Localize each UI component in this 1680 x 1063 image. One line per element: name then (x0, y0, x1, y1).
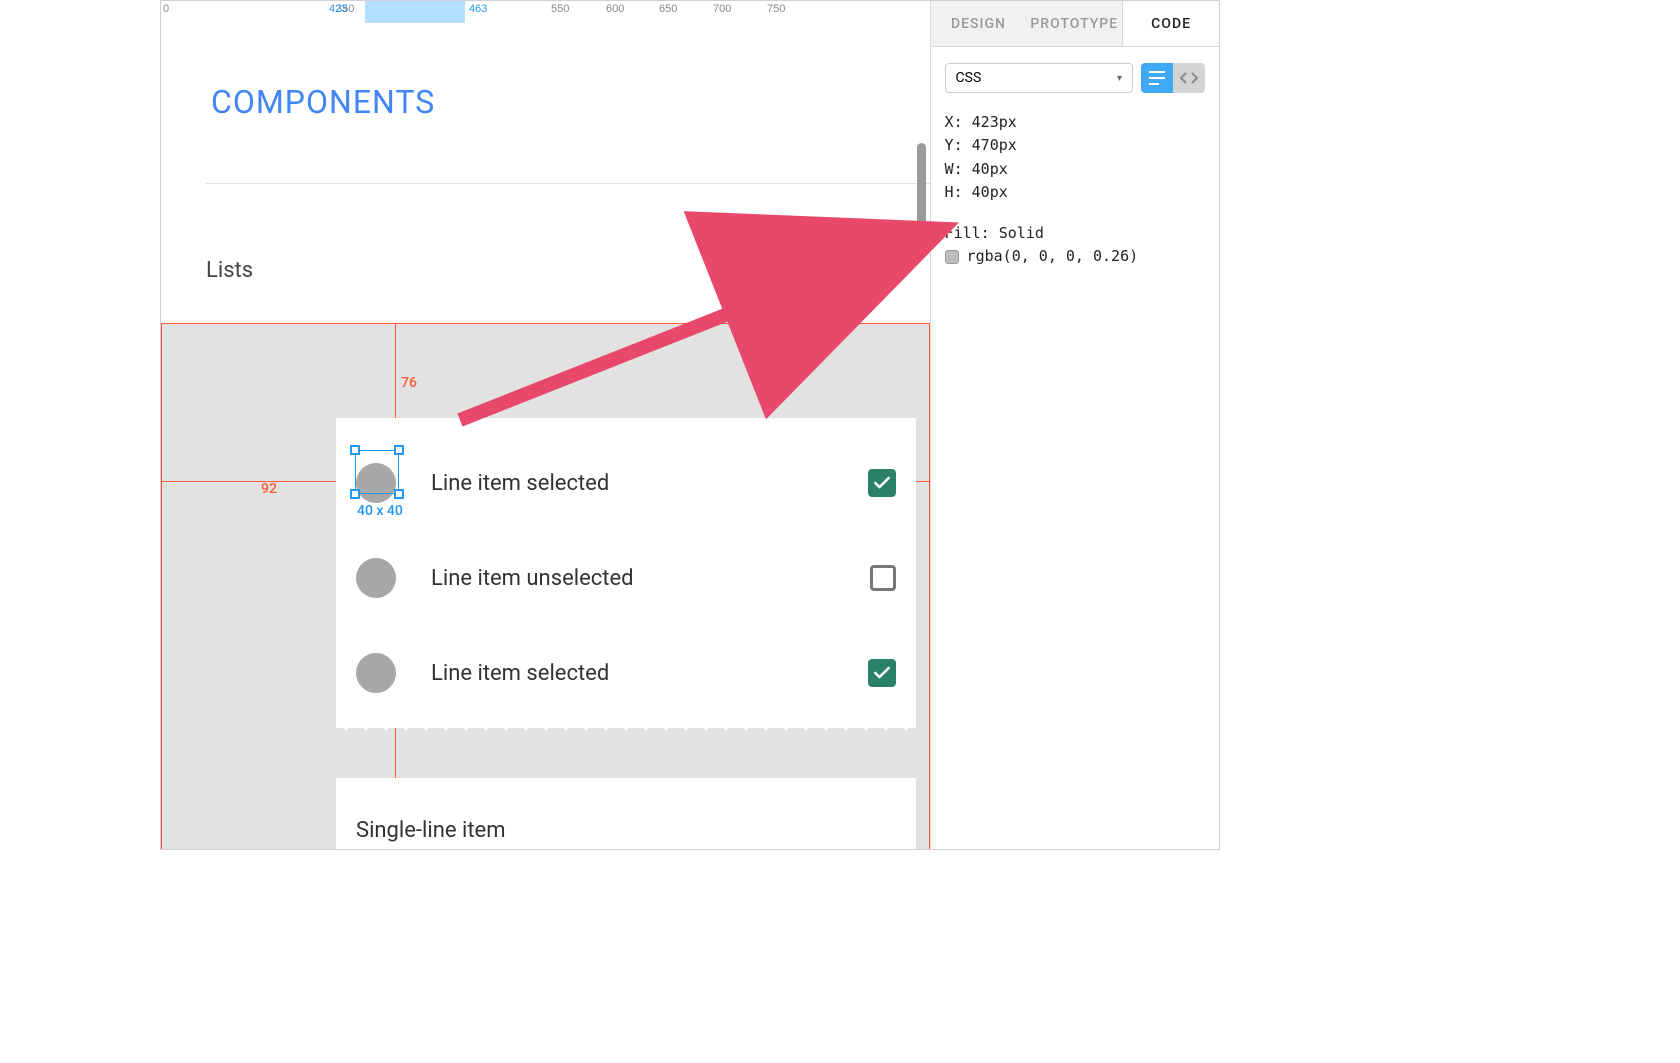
ruler-tick: 0 (163, 3, 169, 15)
ruler-selection-start: 423 (329, 3, 347, 15)
avatar-icon[interactable] (356, 653, 396, 693)
measurement-left: 92 (261, 481, 277, 497)
view-toggle-group (1141, 63, 1205, 93)
prop-w: W: 40px (945, 158, 1205, 181)
list-view-button[interactable] (1141, 63, 1173, 93)
list-card[interactable]: Single-line item (336, 778, 916, 849)
ruler-tick: 750 (767, 3, 785, 15)
avatar-icon[interactable] (356, 558, 396, 598)
avatar-icon[interactable] (356, 463, 396, 503)
scrollbar-thumb[interactable] (917, 143, 926, 243)
color-swatch-icon[interactable] (945, 250, 959, 264)
canvas[interactable]: 0 350 550 600 650 700 750 423 463 COMPON… (161, 1, 930, 849)
ruler-horizontal: 0 350 550 600 650 700 750 423 463 (161, 1, 930, 23)
prop-fill-label: Fill: Solid (945, 222, 1205, 245)
list-row[interactable]: Line item unselected (356, 548, 896, 608)
ruler-tick: 700 (713, 3, 731, 15)
chevron-down-icon: ▾ (1117, 73, 1122, 84)
list-item-label: Line item selected (431, 661, 868, 686)
ruler-selection-end: 463 (469, 3, 487, 15)
canvas-content: COMPONENTS Lists 76 92 Line item selecte… (161, 23, 930, 849)
inspector-panel: DESIGN PROTOTYPE CODE CSS ▾ (930, 1, 1219, 849)
ruler-tick: 550 (551, 3, 569, 15)
panel-tabs: DESIGN PROTOTYPE CODE (931, 1, 1219, 47)
list-item-label: Single-line item (356, 818, 506, 843)
tab-code[interactable]: CODE (1122, 1, 1219, 46)
panel-body: CSS ▾ X: 423px Y: 470px W: 40px (931, 47, 1219, 849)
checkbox-unchecked-icon[interactable] (870, 565, 896, 591)
app-frame: 0 350 550 600 650 700 750 423 463 COMPON… (160, 0, 1220, 850)
ruler-tick: 650 (659, 3, 677, 15)
prop-fill-value: rgba(0, 0, 0, 0.26) (967, 245, 1139, 268)
list-row[interactable]: Line item selected (356, 453, 896, 513)
tab-design[interactable]: DESIGN (931, 1, 1027, 46)
checkbox-checked-icon[interactable] (868, 659, 896, 687)
prop-y: Y: 470px (945, 134, 1205, 157)
language-select[interactable]: CSS ▾ (945, 63, 1133, 93)
divider (206, 183, 930, 184)
page-title: COMPONENTS (211, 83, 435, 121)
list-card[interactable]: Line item selected Line item unselected … (336, 418, 916, 728)
tear-edge-icon (336, 719, 916, 733)
prop-h: H: 40px (945, 181, 1205, 204)
section-heading: Lists (206, 258, 253, 283)
checkbox-checked-icon[interactable] (868, 469, 896, 497)
language-select-value: CSS (956, 70, 982, 86)
ruler-selection-range (365, 1, 465, 23)
css-properties: X: 423px Y: 470px W: 40px H: 40px Fill: … (945, 111, 1205, 269)
tab-prototype[interactable]: PROTOTYPE (1026, 1, 1122, 46)
ruler-tick: 600 (606, 3, 624, 15)
selection-dimensions: 40 x 40 (357, 503, 403, 519)
prop-x: X: 423px (945, 111, 1205, 134)
code-view-button[interactable] (1173, 63, 1205, 93)
measurement-top: 76 (401, 375, 417, 391)
list-item-label: Line item selected (431, 471, 868, 496)
list-row[interactable]: Line item selected (356, 643, 896, 703)
list-item-label: Line item unselected (431, 566, 870, 591)
